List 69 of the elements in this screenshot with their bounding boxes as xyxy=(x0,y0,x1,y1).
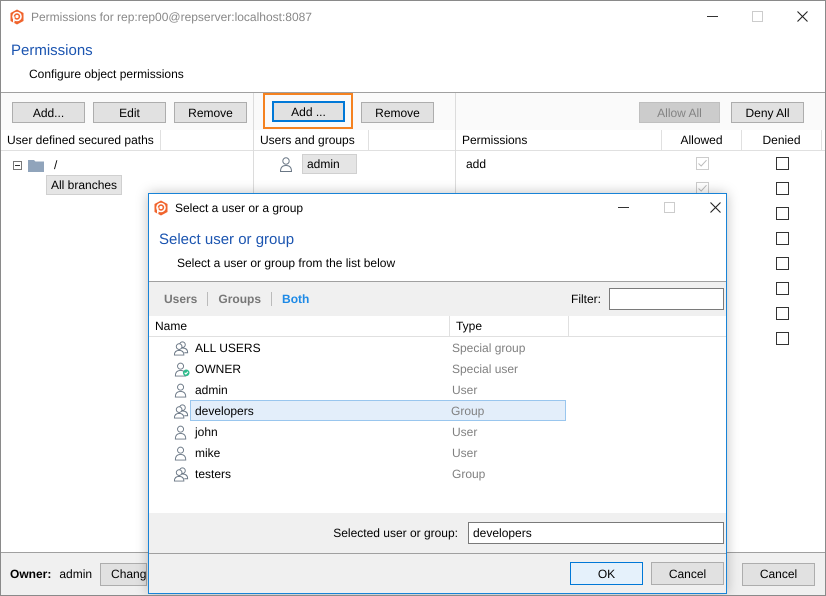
list-item[interactable]: OWNER xyxy=(190,358,447,379)
folder-icon xyxy=(28,158,44,172)
column-header: Allowed xyxy=(662,130,742,150)
window-title: Permissions for rep:rep00@repserver:localhost:8087 xyxy=(31,10,313,24)
dialog-heading: Select user or group xyxy=(159,231,296,248)
filter-label: Filter: xyxy=(571,292,601,306)
dialog-title: Select a user or a group xyxy=(175,200,304,214)
toolbar-button[interactable]: Deny All xyxy=(731,102,804,123)
column-header: Type xyxy=(450,316,569,336)
checkbox[interactable] xyxy=(776,182,788,195)
app-logo-icon xyxy=(9,8,25,24)
column-header: Users and groups xyxy=(254,130,369,150)
permission-name: add xyxy=(466,156,486,170)
checkbox[interactable] xyxy=(776,307,788,320)
list-item[interactable]: testers xyxy=(190,463,447,484)
type-cell-text: Special group xyxy=(451,340,526,356)
selection-label: Selected user or group: xyxy=(333,526,458,540)
list-item[interactable]: developers xyxy=(190,400,447,421)
column-header: User defined secured paths xyxy=(1,130,161,150)
type-cell-text: User xyxy=(451,424,478,440)
cancel-button[interactable]: Cancel xyxy=(651,562,724,585)
list-item[interactable]: admin xyxy=(190,379,447,400)
filter-field[interactable] xyxy=(609,288,724,310)
checkbox[interactable] xyxy=(776,207,788,220)
checkbox[interactable] xyxy=(776,282,788,295)
column-header: Denied xyxy=(742,130,822,150)
checkbox[interactable] xyxy=(776,332,788,345)
user-item[interactable]: admin xyxy=(302,154,357,174)
minimize-icon[interactable] xyxy=(707,16,718,18)
type-cell: Group xyxy=(447,400,566,421)
list-item[interactable]: ALL USERS xyxy=(190,337,447,358)
group-icon xyxy=(173,466,190,482)
dialog-subtitle: Select a user or group from the list below xyxy=(177,256,396,270)
group-icon xyxy=(173,402,190,418)
collapse-icon[interactable] xyxy=(13,160,22,170)
type-cell-text: User xyxy=(451,382,478,398)
toolbar-button[interactable]: Edit xyxy=(93,102,166,123)
owner-label: Owner: xyxy=(10,567,52,581)
page-title: Permissions xyxy=(11,42,94,59)
list-item[interactable]: john xyxy=(190,421,447,442)
group-icon xyxy=(173,340,190,356)
column-header: Permissions xyxy=(456,130,662,150)
type-cell-text: Group xyxy=(451,466,486,482)
checkbox[interactable] xyxy=(776,232,788,245)
filter-tab[interactable]: Users xyxy=(164,292,198,306)
toolbar-button[interactable]: Add... xyxy=(12,102,85,123)
tree-item[interactable]: All branches xyxy=(46,175,122,195)
minimize-icon[interactable] xyxy=(618,206,629,208)
toolbar-button[interactable]: Remove xyxy=(174,102,247,123)
user-check-icon xyxy=(173,360,190,376)
toolbar-button[interactable]: Add ... xyxy=(272,101,345,122)
change-button[interactable]: Chang xyxy=(100,562,148,586)
checkbox[interactable] xyxy=(776,157,788,170)
cancel-button[interactable]: Cancel xyxy=(742,562,815,586)
column-header: Name xyxy=(149,316,450,336)
filter-tab[interactable]: Groups xyxy=(218,292,262,306)
owner-value: admin xyxy=(59,567,92,581)
close-icon[interactable] xyxy=(797,11,808,22)
type-cell-text: User xyxy=(451,444,478,462)
list-item[interactable]: mike xyxy=(190,442,447,463)
close-icon[interactable] xyxy=(710,202,721,213)
type-cell-text: Special user xyxy=(451,360,520,378)
ok-button[interactable]: OK xyxy=(570,562,643,585)
tree-item[interactable]: / xyxy=(50,156,62,174)
selection-field[interactable]: developers xyxy=(468,522,724,544)
app-logo-icon xyxy=(153,200,169,216)
checkbox[interactable] xyxy=(776,257,788,270)
page-subtitle: Configure object permissions xyxy=(29,67,185,81)
toolbar-button[interactable]: Remove xyxy=(361,102,434,123)
